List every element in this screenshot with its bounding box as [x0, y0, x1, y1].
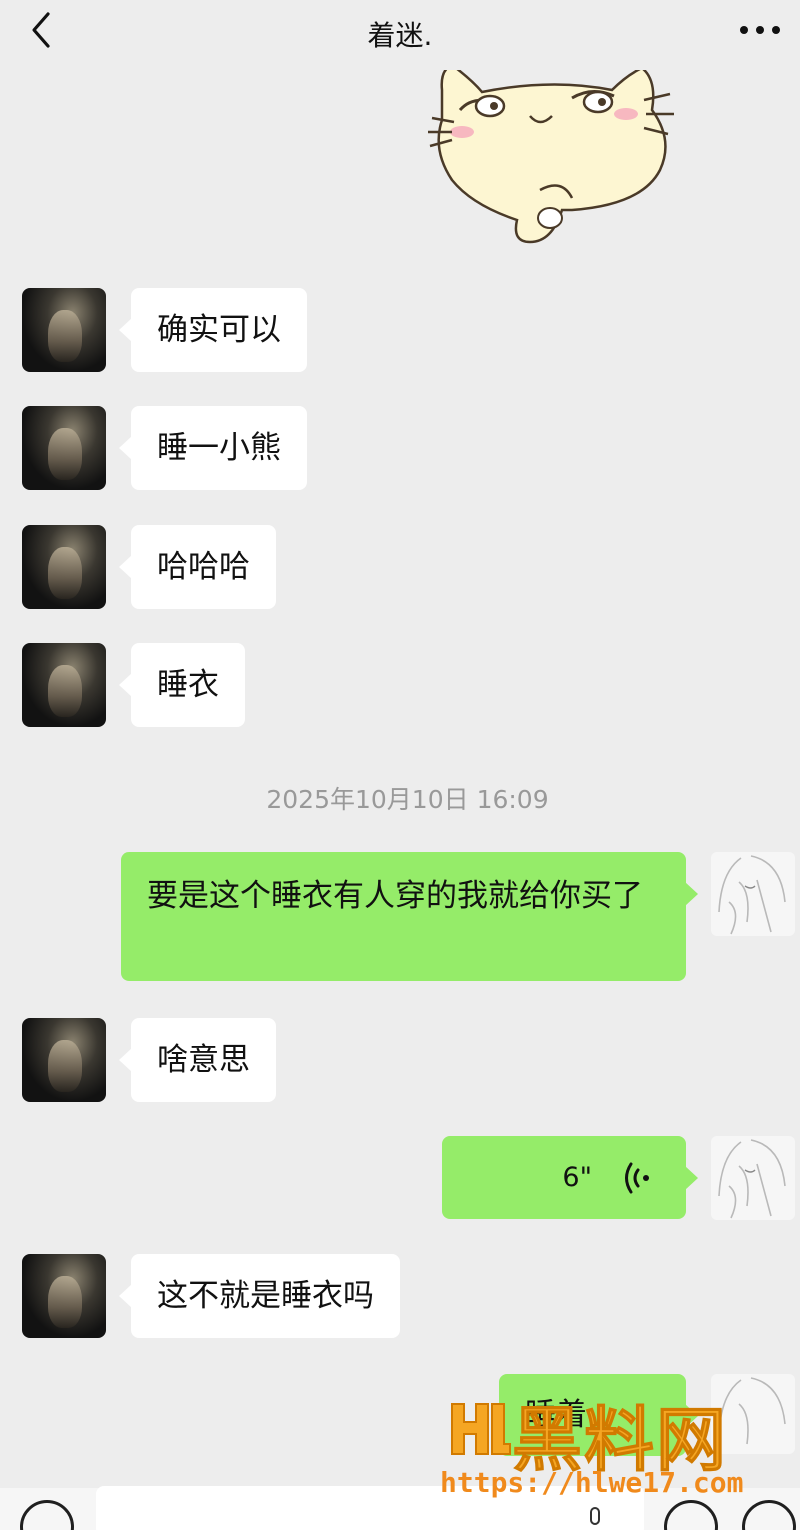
- contact-avatar[interactable]: [22, 1018, 106, 1102]
- watermark-logo-icon: [451, 1403, 511, 1455]
- received-message[interactable]: 睡衣: [119, 643, 245, 727]
- my-avatar[interactable]: [711, 852, 795, 936]
- microphone-icon: [590, 1507, 600, 1525]
- voice-message[interactable]: 6": [442, 1136, 698, 1219]
- more-options-icon[interactable]: [738, 18, 782, 42]
- received-message[interactable]: 确实可以: [119, 288, 307, 372]
- top-bar: 着迷.: [0, 0, 800, 64]
- contact-avatar[interactable]: [22, 288, 106, 372]
- contact-avatar[interactable]: [22, 406, 106, 490]
- message-text: 确实可以: [157, 312, 281, 348]
- voice-wave-icon: [625, 1162, 649, 1194]
- sent-message[interactable]: 要是这个睡衣有人穿的我就给你买了: [121, 852, 698, 981]
- voice-duration: 6": [562, 1162, 592, 1193]
- message-text: 睡衣: [157, 667, 219, 703]
- message-text: 睡一小熊: [157, 430, 281, 466]
- message-text: 要是这个睡衣有人穿的我就给你买了: [147, 878, 643, 914]
- message-timestamp: 2025年10月10日 16:09: [266, 785, 549, 814]
- contact-avatar[interactable]: [22, 1254, 106, 1338]
- message-text: 哈哈哈: [157, 549, 250, 585]
- sketch-girl-icon: [718, 1139, 786, 1219]
- site-watermark: 黑料网 https://hlwe17.com: [436, 1384, 776, 1504]
- cat-sticker[interactable]: [412, 70, 687, 250]
- message-text: 啥意思: [157, 1042, 250, 1078]
- message-text: 这不就是睡衣吗: [157, 1278, 374, 1314]
- my-avatar[interactable]: [711, 1136, 795, 1220]
- contact-avatar[interactable]: [22, 525, 106, 609]
- received-message[interactable]: 这不就是睡衣吗: [119, 1254, 400, 1338]
- watermark-url: https://hlwe17.com: [440, 1466, 744, 1499]
- received-message[interactable]: 啥意思: [119, 1018, 276, 1102]
- received-message[interactable]: 哈哈哈: [119, 525, 276, 609]
- chat-title: 着迷.: [367, 19, 433, 52]
- received-message[interactable]: 睡一小熊: [119, 406, 307, 490]
- sketch-girl-icon: [718, 855, 786, 935]
- contact-avatar[interactable]: [22, 643, 106, 727]
